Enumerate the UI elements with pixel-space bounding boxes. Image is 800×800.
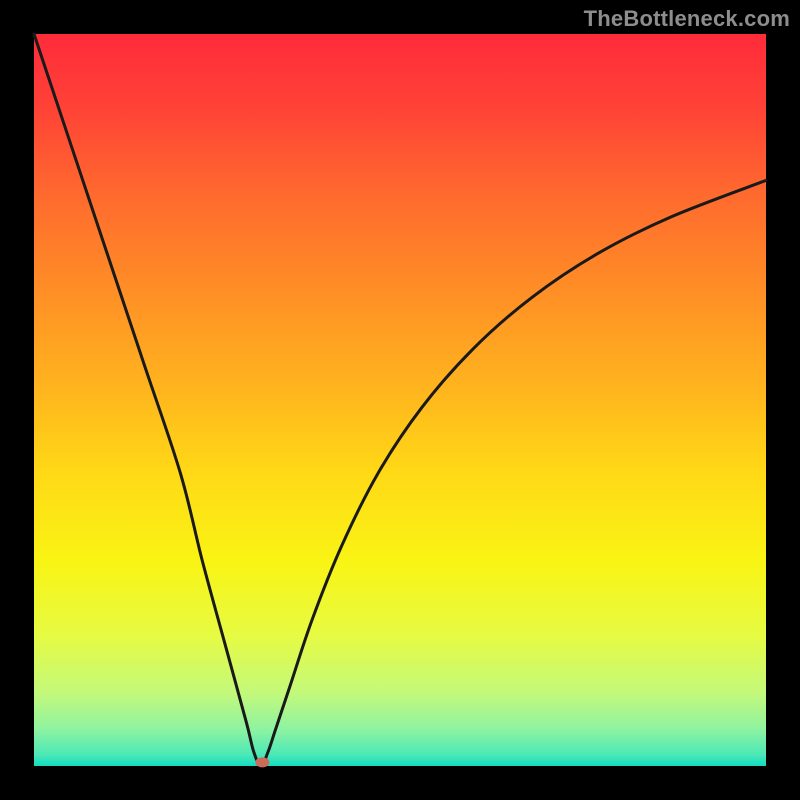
optimal-point-marker	[255, 757, 269, 767]
bottleneck-chart	[0, 0, 800, 800]
plot-background	[34, 34, 766, 766]
chart-frame: TheBottleneck.com	[0, 0, 800, 800]
watermark-text: TheBottleneck.com	[584, 6, 790, 32]
